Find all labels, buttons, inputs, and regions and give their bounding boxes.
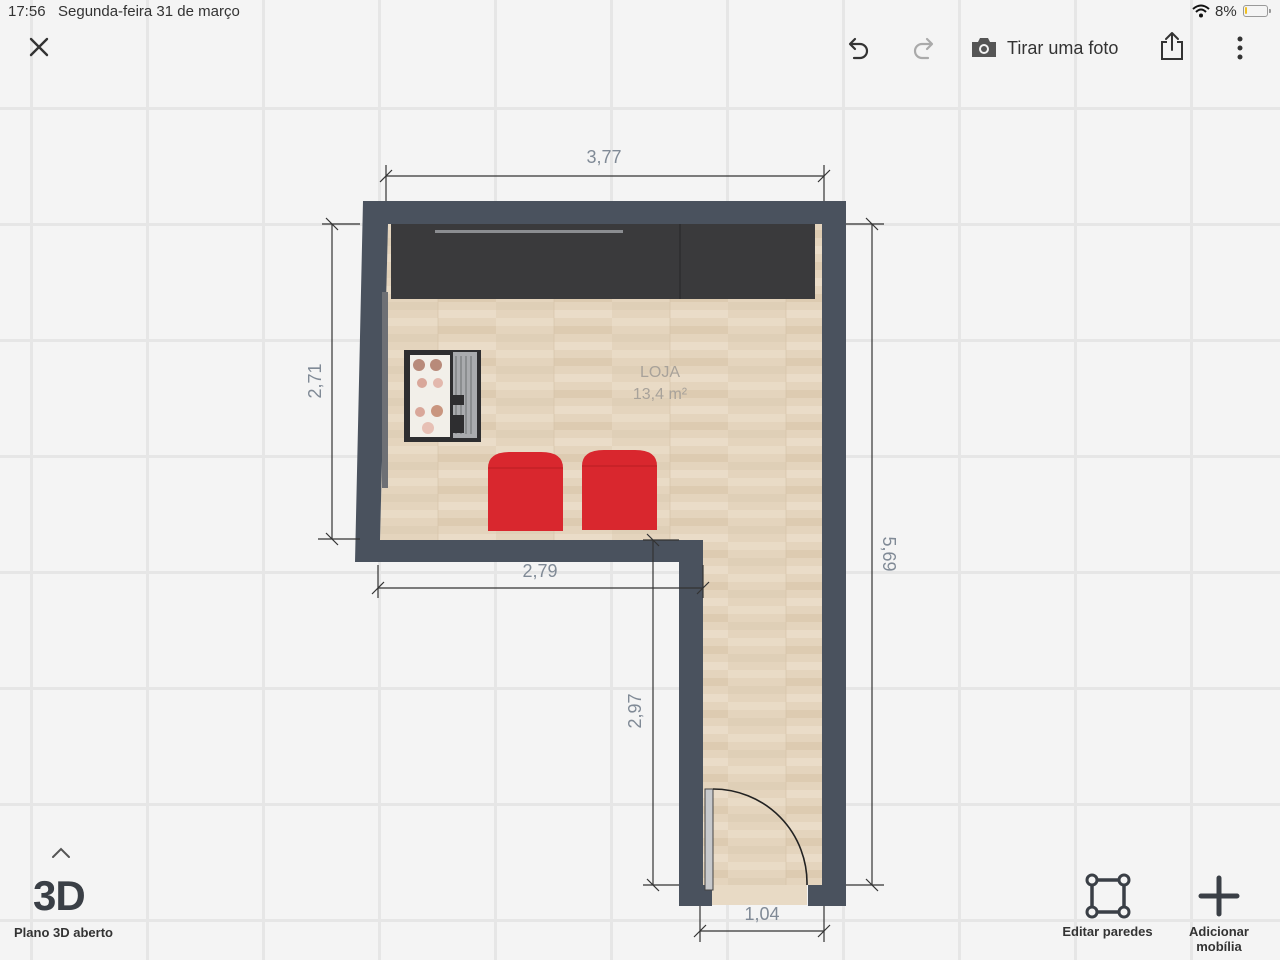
- plus-icon: [1198, 875, 1240, 917]
- room-name: LOJA: [640, 364, 680, 381]
- counter: [391, 224, 815, 299]
- add-furniture-button[interactable]: Adicionar mobília: [1178, 872, 1260, 954]
- dim-corridor-height: 2,97: [625, 693, 645, 728]
- edit-walls-button[interactable]: Editar paredes: [1060, 872, 1155, 939]
- edit-walls-icon: [1085, 873, 1130, 919]
- room-area: 13,4 m²: [633, 386, 688, 403]
- door-threshold: [703, 885, 807, 905]
- counter-edge: [435, 230, 623, 233]
- view-3d-caption: Plano 3D aberto: [14, 925, 113, 940]
- dim-inner-width: 2,79: [522, 561, 557, 581]
- edit-walls-label: Editar paredes: [1062, 924, 1153, 939]
- dim-right-height: 5,69: [879, 536, 899, 571]
- dim-left-height: 2,71: [305, 363, 325, 398]
- chevron-up-icon[interactable]: [50, 846, 72, 865]
- add-furniture-label-1: Adicionar: [1189, 924, 1249, 939]
- chair-1: [488, 452, 563, 531]
- side-shelf: [382, 292, 388, 488]
- display-cabinet: [404, 350, 481, 442]
- dim-door-width: 1,04: [744, 904, 779, 924]
- dim-top-width: 3,77: [586, 147, 621, 167]
- floor-plan[interactable]: LOJA 13,4 m² 3,77 2,71 5,69 2,79 2,97 1,…: [0, 0, 1280, 960]
- view-3d-button[interactable]: 3D: [33, 872, 86, 920]
- chair-2: [582, 450, 657, 530]
- add-furniture-label-2: mobília: [1196, 939, 1242, 954]
